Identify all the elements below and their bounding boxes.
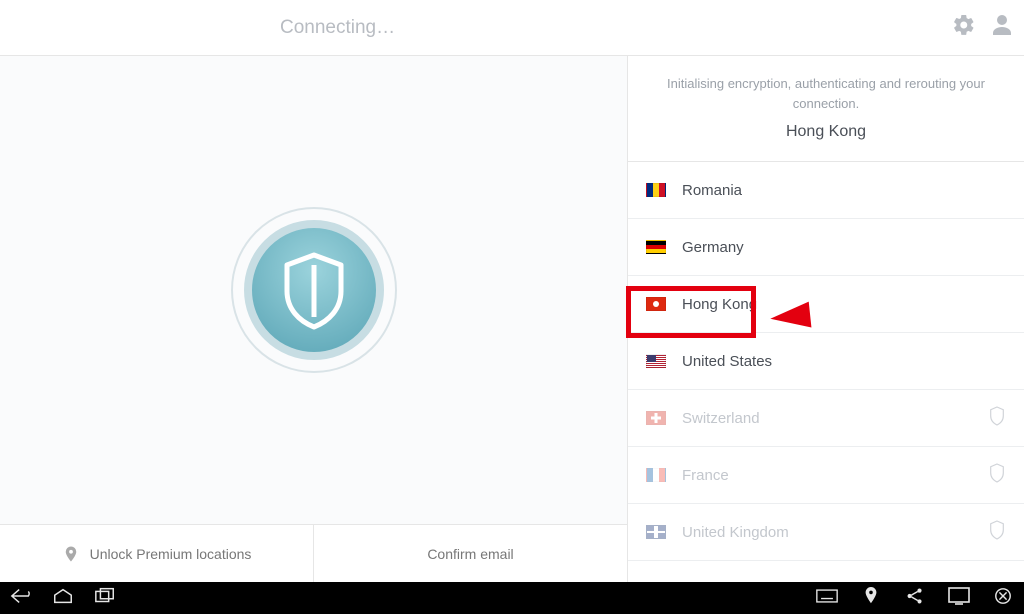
android-nav-bar bbox=[0, 582, 1024, 614]
location-label: United Kingdom bbox=[682, 524, 789, 541]
status-location: Hong Kong bbox=[658, 123, 994, 141]
premium-shield-icon bbox=[988, 462, 1006, 489]
page-title: Connecting… bbox=[280, 17, 395, 39]
location-label: Hong Kong bbox=[682, 296, 757, 313]
flag-ch-icon bbox=[646, 411, 666, 425]
location-status-icon[interactable] bbox=[860, 587, 882, 610]
flag-de-icon bbox=[646, 240, 666, 254]
recents-icon[interactable] bbox=[94, 587, 116, 610]
location-row-uk[interactable]: United Kingdom bbox=[628, 504, 1024, 561]
location-label: Switzerland bbox=[682, 410, 760, 427]
connection-shield-badge[interactable] bbox=[229, 205, 399, 375]
back-icon[interactable] bbox=[10, 587, 32, 610]
location-row-hk[interactable]: Hong Kong bbox=[628, 276, 1024, 333]
cast-icon[interactable] bbox=[948, 587, 970, 610]
premium-shield-icon bbox=[988, 405, 1006, 432]
location-row-fr[interactable]: France bbox=[628, 447, 1024, 504]
location-list[interactable]: Romania Germany Hong Kong United States Swit… bbox=[628, 162, 1024, 582]
flag-ro-icon bbox=[646, 183, 666, 197]
status-message: Initialising encryption, authenticating … bbox=[658, 74, 994, 113]
location-label: France bbox=[682, 467, 729, 484]
top-bar: Connecting… bbox=[0, 0, 1024, 56]
close-icon[interactable] bbox=[992, 587, 1014, 610]
flag-uk-icon bbox=[646, 525, 666, 539]
share-icon[interactable] bbox=[904, 587, 926, 610]
unlock-premium-label: Unlock Premium locations bbox=[90, 546, 252, 562]
flag-us-icon bbox=[646, 354, 666, 368]
location-label: United States bbox=[682, 353, 772, 370]
connection-status: Initialising encryption, authenticating … bbox=[628, 56, 1024, 162]
location-row-ch[interactable]: Switzerland bbox=[628, 390, 1024, 447]
location-pin-icon bbox=[62, 543, 80, 565]
flag-fr-icon bbox=[646, 468, 666, 482]
location-row-de[interactable]: Germany bbox=[628, 219, 1024, 276]
profile-icon[interactable] bbox=[990, 13, 1014, 42]
confirm-email-label: Confirm email bbox=[427, 546, 513, 562]
locations-panel: Initialising encryption, authenticating … bbox=[628, 56, 1024, 582]
location-label: Romania bbox=[682, 182, 742, 199]
location-row-us[interactable]: United States bbox=[628, 333, 1024, 390]
keyboard-icon[interactable] bbox=[816, 587, 838, 610]
main-panel: Unlock Premium locations Confirm email bbox=[0, 56, 628, 582]
confirm-email-button[interactable]: Confirm email bbox=[314, 525, 627, 582]
home-icon[interactable] bbox=[52, 587, 74, 610]
unlock-premium-button[interactable]: Unlock Premium locations bbox=[0, 525, 314, 582]
location-label: Germany bbox=[682, 239, 744, 256]
flag-hk-icon bbox=[646, 297, 666, 311]
location-row-ro[interactable]: Romania bbox=[628, 162, 1024, 219]
premium-shield-icon bbox=[988, 519, 1006, 546]
settings-icon[interactable] bbox=[952, 13, 976, 42]
